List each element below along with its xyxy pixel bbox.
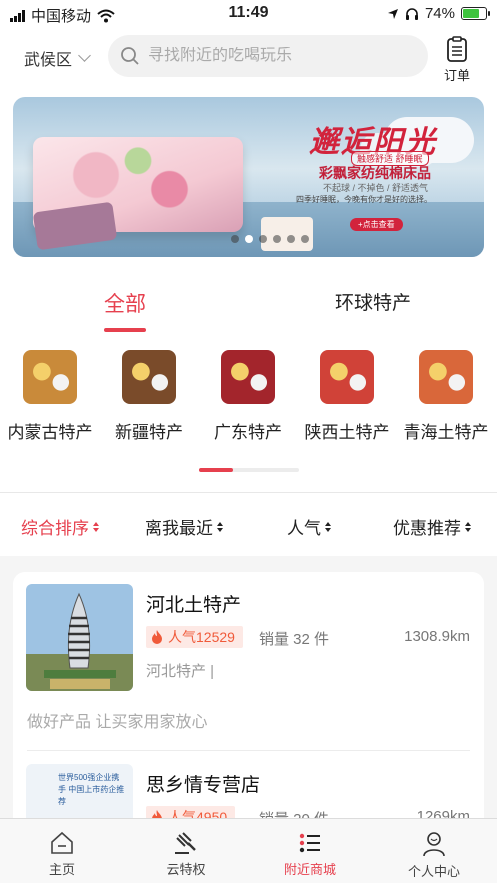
carousel-dots: [231, 235, 309, 243]
shop-image: [26, 584, 133, 691]
shop-list: 河北土特产 人气12529 销量 32 件 1308.9km 河北特产 | 做好…: [13, 572, 484, 871]
battery-icon: [461, 7, 490, 20]
sort-nearest[interactable]: 离我最近: [145, 514, 223, 539]
sales-count: 销量 32 件: [259, 631, 330, 648]
home-icon: [51, 831, 73, 854]
carousel-dot[interactable]: [273, 235, 281, 243]
sort-comprehensive[interactable]: 综合排序: [21, 514, 99, 539]
tab-nearby-mall[interactable]: 附近商城: [248, 819, 372, 883]
clipboard-icon: [447, 36, 467, 62]
category-item[interactable]: 内蒙古特产: [0, 350, 100, 443]
carousel-dot[interactable]: [259, 235, 267, 243]
banner-cta[interactable]: +点击查看: [350, 218, 403, 231]
distance: 1308.9km: [404, 628, 470, 645]
shop-name: 思乡情专营店: [146, 775, 261, 796]
tab-global-specialties[interactable]: 环球特产: [335, 288, 411, 315]
tab-home[interactable]: 主页: [0, 819, 124, 883]
carousel-dot[interactable]: [287, 235, 295, 243]
category-item[interactable]: 广东特产: [198, 350, 298, 443]
sort-caret-icon: [93, 521, 99, 532]
shop-slogan: 做好产品 让买家用家放心: [27, 714, 208, 731]
tab-cloud-privilege[interactable]: 云特权: [124, 819, 248, 883]
flame-icon: [152, 630, 162, 644]
category-tabs: 全部 环球特产: [0, 288, 497, 332]
shop-item[interactable]: 河北土特产 人气12529 销量 32 件 1308.9km 河北特产 | 做好…: [13, 572, 484, 752]
specialty-strip: 内蒙古特产 新疆特产 广东特产 陕西土特产 青海土特产: [0, 350, 497, 443]
category-item[interactable]: 青海土特产: [396, 350, 496, 443]
category-item[interactable]: 新疆特产: [99, 350, 199, 443]
carousel-dot[interactable]: [231, 235, 239, 243]
product-thumbnail: [221, 350, 275, 404]
search-input[interactable]: [148, 47, 408, 65]
search-bar[interactable]: [108, 35, 428, 77]
chevron-down-icon: [78, 49, 91, 62]
product-thumbnail: [122, 350, 176, 404]
orders-button[interactable]: 订单: [440, 36, 474, 84]
list-icon: [299, 833, 320, 853]
tab-profile[interactable]: 个人中心: [372, 819, 496, 883]
sort-caret-icon: [325, 521, 331, 532]
tab-all[interactable]: 全部: [104, 288, 146, 332]
gavel-icon: [175, 832, 196, 854]
category-item[interactable]: 陕西土特产: [297, 350, 397, 443]
product-thumbnail: [320, 350, 374, 404]
carousel-dot[interactable]: [245, 235, 253, 243]
shop-image-caption: 世界500强企业携手 中国上市药企推荐: [58, 773, 125, 806]
promo-banner[interactable]: 邂逅阳光 触感舒适 舒睡眠 彩飘家纺纯棉床品 不起球 / 不掉色 / 舒适透气 …: [13, 97, 484, 257]
headphones-icon: [405, 8, 418, 20]
header: 武侯区 订单: [0, 34, 497, 83]
sort-discount[interactable]: 优惠推荐: [393, 514, 471, 539]
orders-label: 订单: [443, 68, 470, 83]
banner-subtitle: 彩飘家纺纯棉床品: [319, 165, 431, 181]
sort-popularity[interactable]: 人气: [287, 514, 331, 539]
location-arrow-icon: [387, 8, 398, 19]
strip-scroll-indicator: [199, 468, 299, 472]
sort-bar: 综合排序 离我最近 人气 优惠推荐: [0, 506, 497, 546]
district-label: 武侯区: [24, 52, 73, 69]
product-thumbnail: [23, 350, 77, 404]
product-thumbnail: [419, 350, 473, 404]
popularity-badge: 人气12529: [146, 626, 243, 648]
sort-caret-icon: [217, 521, 223, 532]
shop-name: 河北土特产: [146, 595, 242, 616]
nightstand-image: [261, 217, 313, 251]
district-selector[interactable]: 武侯区: [24, 46, 91, 70]
active-tab-underline: [104, 328, 146, 332]
carousel-dot[interactable]: [301, 235, 309, 243]
nearby-mall-page: 中国移动 11:49 74% 武侯区 订单 邂逅阳光: [0, 0, 497, 883]
sort-caret-icon: [465, 521, 471, 532]
status-bar: 中国移动 11:49 74%: [0, 0, 497, 28]
shop-category: 河北特产 |: [146, 663, 215, 680]
banner-tagline: 四季好睡眠，今晚有你才是好的选择。: [296, 195, 432, 204]
banner-features: 不起球 / 不掉色 / 舒适透气: [323, 183, 429, 193]
search-icon: [121, 47, 139, 65]
bottom-tab-bar: 主页 云特权 附近商城 个人中心: [0, 818, 497, 883]
person-icon: [423, 832, 445, 857]
battery-percent: 74%: [424, 5, 455, 22]
